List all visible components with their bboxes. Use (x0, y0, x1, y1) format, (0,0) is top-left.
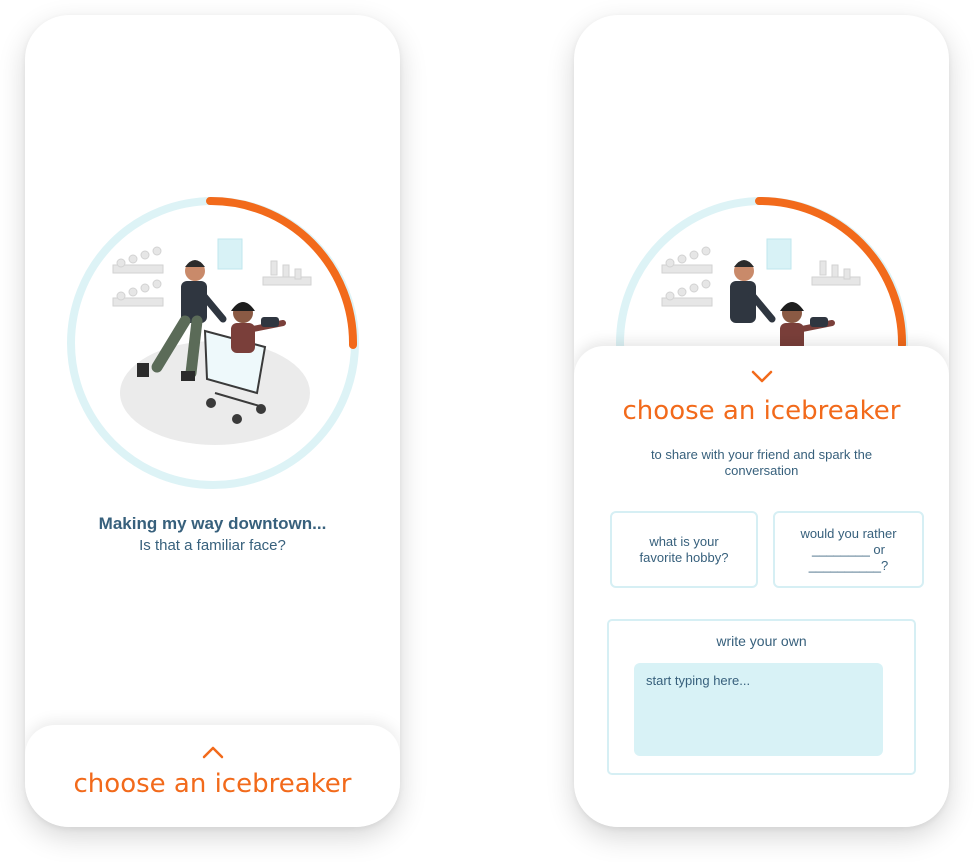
icebreaker-card-line: ________ or (811, 541, 885, 557)
illustration (67, 196, 359, 489)
write-your-own-box: write your own (607, 619, 916, 775)
shelf-left-icon (112, 246, 164, 307)
icebreaker-card-hobby[interactable]: what is your favorite hobby? (610, 511, 758, 588)
man-figure-icon (730, 260, 776, 323)
icebreaker-card-line: __________? (808, 557, 889, 573)
chevron-up-icon[interactable] (202, 745, 224, 759)
icebreaker-sheet-collapsed[interactable]: choose an icebreaker (25, 725, 400, 827)
phone-screen-loading: Making my way downtown... Is that a fami… (25, 15, 400, 827)
shelf-left-icon (661, 246, 713, 307)
sheet-title: choose an icebreaker (622, 396, 901, 426)
icebreaker-card-line: would you rather (800, 525, 897, 541)
chevron-down-icon[interactable] (751, 370, 773, 384)
sale-sign-icon (217, 238, 243, 270)
sale-sign-icon (766, 238, 792, 270)
icebreaker-card-text: what is your favorite hobby? (639, 533, 729, 565)
icebreaker-card-would-you-rather[interactable]: would you rather ________ or __________? (773, 511, 924, 588)
shelf-right-icon (811, 260, 861, 286)
phone-screen-icebreaker: choose an icebreaker to share with your … (574, 15, 949, 827)
icebreaker-sheet-expanded: choose an icebreaker to share with your … (574, 346, 949, 827)
sheet-title[interactable]: choose an icebreaker (25, 769, 400, 799)
write-your-own-label: write your own (716, 633, 807, 649)
shelf-right-icon (262, 260, 312, 286)
status-title: Making my way downtown... (98, 514, 327, 533)
icebreaker-text-input[interactable] (634, 663, 883, 756)
sheet-description: to share with your friend and spark the … (650, 447, 873, 478)
status-subtitle: Is that a familiar face? (139, 537, 286, 554)
